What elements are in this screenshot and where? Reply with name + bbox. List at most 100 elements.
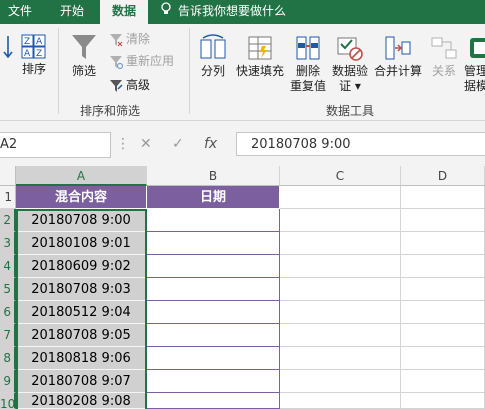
svg-text:Z: Z [24, 37, 30, 47]
remove-duplicates-icon [288, 34, 328, 62]
lightbulb-icon [160, 1, 172, 23]
reapply-button[interactable]: 重新应用 [109, 52, 174, 70]
row-header[interactable]: 7 [0, 324, 16, 347]
text-to-columns-button[interactable]: 分列 [196, 34, 230, 79]
sort-filter-group-label: 排序和筛选 [79, 104, 140, 118]
table-row-cell-b[interactable] [147, 301, 280, 324]
table-row-cell-b[interactable] [147, 393, 280, 409]
table-row-cell-b[interactable] [147, 232, 280, 255]
table-row-cell-a[interactable]: 20180512 9:04 [16, 301, 147, 324]
tab-file[interactable]: 文件 [0, 0, 40, 24]
empty-cell[interactable] [280, 347, 401, 370]
tab-data[interactable]: 数据 [100, 0, 148, 24]
table-row-cell-a[interactable]: 20180609 9:02 [16, 255, 147, 278]
empty-cell[interactable] [401, 370, 485, 393]
cancel-icon[interactable]: ✕ [140, 132, 152, 156]
table-row-cell-a[interactable]: 20180708 9:05 [16, 324, 147, 347]
remove-duplicates-button[interactable]: 删除 重复值 [288, 34, 328, 94]
reapply-label: 重新应用 [126, 54, 175, 68]
empty-cell[interactable] [401, 255, 485, 278]
consolidate-button[interactable]: 合并计算 [372, 34, 424, 79]
empty-cell[interactable] [401, 232, 485, 255]
empty-cell[interactable] [401, 278, 485, 301]
tab-home[interactable]: 开始 [48, 0, 96, 24]
empty-cell[interactable] [280, 232, 401, 255]
empty-cell[interactable] [401, 324, 485, 347]
table-row-cell-b[interactable] [147, 370, 280, 393]
ribbon-tab-bar: 文件 开始 数据 告诉我你想要做什么 [0, 0, 485, 24]
row-header[interactable]: 5 [0, 278, 16, 301]
worksheet-grid[interactable]: A B C D 1 2 3 4 5 6 7 8 9 10 混合内容 日期 201… [0, 166, 485, 409]
split-columns-icon [196, 34, 230, 62]
row-header[interactable]: 10 [0, 393, 16, 409]
row-header[interactable]: 2 [0, 209, 16, 232]
name-box[interactable]: A2 [0, 132, 111, 158]
column-header-c[interactable]: C [280, 166, 401, 186]
filter-button[interactable]: 筛选 [64, 32, 104, 79]
data-tools-group-label: 数据工具 [325, 104, 374, 118]
row-header[interactable]: 3 [0, 232, 16, 255]
select-all-corner[interactable] [0, 166, 16, 186]
svg-text:A: A [36, 37, 43, 47]
empty-cell[interactable] [401, 347, 485, 370]
svg-text:A: A [24, 49, 31, 59]
manage-label-2: 据模 [464, 79, 485, 93]
row-header[interactable]: 6 [0, 301, 16, 324]
data-model-icon [464, 34, 485, 62]
table-row-cell-a[interactable]: 20180108 9:01 [16, 232, 147, 255]
column-header-b[interactable]: B [147, 166, 280, 186]
empty-cell[interactable] [280, 393, 401, 409]
empty-cell[interactable] [280, 324, 401, 347]
empty-cell[interactable] [280, 255, 401, 278]
empty-cell[interactable] [280, 278, 401, 301]
table-row-cell-a[interactable]: 20180208 9:08 [16, 393, 147, 409]
data-validation-icon [330, 34, 370, 62]
reapply-icon [110, 55, 124, 69]
column-header-a[interactable]: A [16, 166, 147, 186]
svg-text:Z: Z [36, 49, 42, 59]
table-row-cell-a[interactable]: 20180708 9:00 [16, 209, 147, 232]
table-row-cell-b[interactable] [147, 255, 280, 278]
insert-function-icon[interactable]: fx [204, 132, 217, 156]
clear-button[interactable]: 清除 [109, 30, 150, 48]
advanced-label: 高级 [126, 78, 151, 92]
table-row-cell-b[interactable] [147, 324, 280, 347]
table-row-cell-a[interactable]: 20180708 9:03 [16, 278, 147, 301]
sort-button[interactable]: ZAAZ 排序 [18, 34, 50, 77]
table-row-cell-b[interactable] [147, 347, 280, 370]
table-row-cell-b[interactable] [147, 209, 280, 232]
data-validation-button[interactable]: 数据验 证 ▾ [330, 34, 370, 94]
cell-b1[interactable]: 日期 [147, 186, 280, 209]
enter-icon[interactable]: ✓ [172, 132, 184, 156]
empty-cell[interactable] [401, 393, 485, 409]
tell-me-box[interactable]: 告诉我你想要做什么 [160, 0, 286, 24]
cell-c1[interactable] [280, 186, 401, 209]
table-row-cell-a[interactable]: 20180708 9:07 [16, 370, 147, 393]
sort-az-button[interactable] [0, 34, 16, 62]
empty-cell[interactable] [280, 301, 401, 324]
clear-label: 清除 [126, 32, 151, 46]
row-header[interactable]: 9 [0, 370, 16, 393]
table-row-cell-b[interactable] [147, 278, 280, 301]
column-header-d[interactable]: D [401, 166, 485, 186]
cell-a1[interactable]: 混合内容 [16, 186, 147, 209]
formula-input[interactable]: 20180708 9:00 [236, 132, 485, 156]
consolidate-icon [372, 34, 424, 62]
row-header[interactable]: 4 [0, 255, 16, 278]
flash-fill-button[interactable]: 快速填充 [234, 34, 286, 79]
filter-label: 筛选 [71, 64, 96, 78]
consolidate-label: 合并计算 [373, 64, 422, 78]
row-header[interactable]: 8 [0, 347, 16, 370]
empty-cell[interactable] [280, 209, 401, 232]
advanced-button[interactable]: 高级 [109, 76, 150, 94]
manage-data-model-button[interactable]: 管理 据模 [464, 34, 485, 94]
empty-cell[interactable] [280, 370, 401, 393]
empty-cell[interactable] [401, 301, 485, 324]
row-header[interactable]: 1 [0, 186, 16, 209]
relationships-button[interactable]: 关系 [426, 34, 462, 79]
filter-icon [64, 32, 104, 62]
empty-cell[interactable] [401, 209, 485, 232]
cell-d1[interactable] [401, 186, 485, 209]
relationships-label: 关系 [431, 64, 456, 78]
table-row-cell-a[interactable]: 20180818 9:06 [16, 347, 147, 370]
